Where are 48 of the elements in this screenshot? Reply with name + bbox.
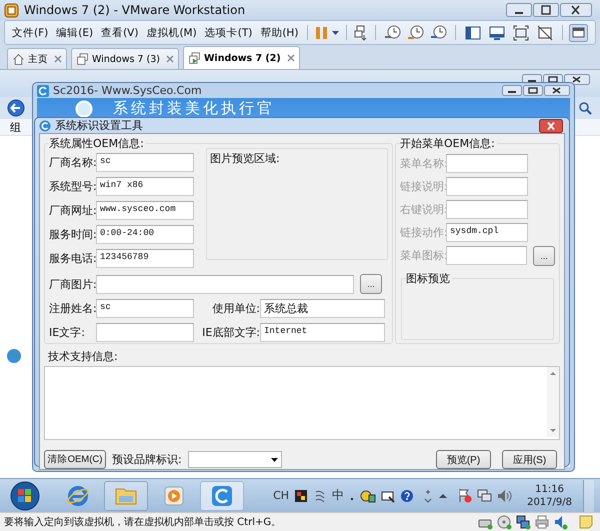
menu-item[interactable]: 编辑(E) (53, 24, 96, 42)
field-label: 技术支持信息: (48, 349, 119, 364)
window-title: Sc2016- Www.SysCeo.Com (53, 84, 203, 97)
tab[interactable]: Windows 7 (3) (71, 48, 179, 69)
input-field[interactable]: 系统总裁 (260, 299, 385, 318)
ime-indicator[interactable]: 中 (332, 487, 344, 504)
preview-label: 图标预览 (406, 271, 452, 286)
field-label: IE文字: (49, 325, 86, 340)
tab[interactable]: 主页 (7, 48, 67, 69)
field-label: 服务电话: (49, 251, 96, 266)
field-label: 服务时间: (49, 227, 96, 242)
input-field: sysdm.cpl (446, 223, 528, 242)
group-title: 系统属性OEM信息: (49, 136, 146, 151)
menu-item[interactable]: 虚拟机(M) (143, 24, 200, 42)
preview-button[interactable]: 预览(P) (436, 450, 491, 469)
preview-label: 图片预览区域: (210, 152, 280, 165)
field-label: 系统型号: (49, 179, 96, 194)
language-indicator[interactable]: CH (273, 489, 290, 502)
field-label: 使用单位: (211, 301, 260, 316)
field-label: 厂商名称: (49, 155, 96, 170)
menu-item[interactable]: 查看(V) (98, 24, 142, 42)
input-field[interactable]: sc (96, 153, 194, 172)
clock-time[interactable]: 11:16 (535, 482, 564, 496)
dialog-title: 系统标识设置工具 (55, 118, 144, 133)
input-field[interactable]: Internet (260, 323, 385, 342)
input-field[interactable]: 123456789 (96, 249, 194, 268)
field-label: 注册姓名: (49, 301, 96, 316)
toolbar-label[interactable]: 组 (10, 120, 21, 134)
banner-title: 系统封装美化执行官 (113, 100, 275, 117)
group-title: 开始菜单OEM信息: (400, 136, 497, 151)
field-label: 厂商图片: (49, 276, 96, 292)
status-text: 要将输入定向到该虚拟机，请在虚拟机内部单击或按 Ctrl+G。 (4, 516, 282, 529)
menu-item[interactable]: 帮助(H) (257, 24, 302, 42)
field-label: 预设品牌标识: (112, 452, 182, 467)
input-field[interactable]: win7 x86 (96, 177, 194, 196)
menu-item[interactable]: 选项卡(T) (202, 24, 256, 42)
field-label: IE底部文字: (201, 325, 260, 340)
field-label: 厂商网址: (49, 203, 96, 218)
clear-button[interactable]: 清除OEM(C) (44, 450, 106, 469)
input-field[interactable]: 0:00-24:00 (96, 225, 194, 244)
apply-button[interactable]: 应用(S) (502, 450, 557, 469)
menu-item[interactable]: 文件(F) (9, 24, 52, 42)
browse-button[interactable]: ... (360, 274, 382, 294)
tab[interactable]: Windows 7 (2) (182, 46, 300, 69)
input-field[interactable]: sc (96, 299, 194, 318)
clock-date[interactable]: 2017/9/8 (527, 496, 572, 508)
window-title: Windows 7 (2) - VMware Workstation (24, 3, 246, 17)
input-field[interactable]: www.sysceo.com (96, 201, 194, 220)
